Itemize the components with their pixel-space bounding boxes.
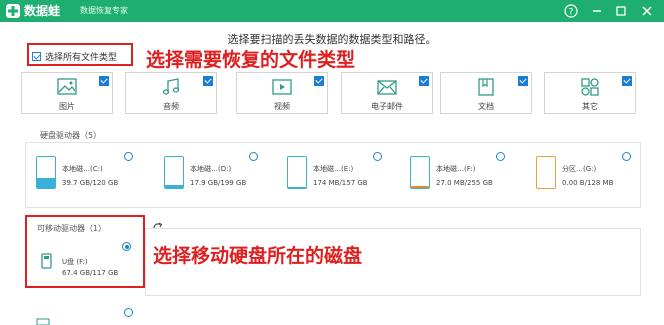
maximize-icon — [616, 6, 626, 16]
music-icon — [162, 78, 180, 95]
checkbox-icon — [622, 76, 632, 86]
maximize-button[interactable] — [612, 2, 630, 20]
help-icon: ? — [564, 4, 578, 18]
title-bar: 数据蛙 数据恢复专家 ? — [0, 0, 664, 22]
checkbox-icon — [314, 76, 324, 86]
video-icon — [272, 79, 292, 95]
drive-item-e[interactable]: 本地磁…(E:) 174 MB/157 GB — [283, 152, 383, 196]
email-icon — [377, 80, 397, 95]
drive-size: 174 MB/157 GB — [313, 179, 368, 187]
drive-radio-c[interactable] — [124, 152, 133, 161]
type-label: 图片 — [59, 102, 75, 111]
drive-radio-f[interactable] — [496, 152, 505, 161]
type-label: 文档 — [478, 102, 494, 111]
drive-icon — [410, 156, 430, 189]
drive-size: 0.00 B/128 MB — [562, 179, 614, 187]
drive-size: 39.7 GB/120 GB — [62, 179, 119, 187]
drive-item-c[interactable]: 本地磁…(C:) 39.7 GB/120 GB — [32, 152, 132, 196]
drive-icon — [536, 156, 556, 189]
drive-item-g[interactable]: 分区…(G:) 0.00 B/128 MB — [532, 152, 632, 196]
drive-radio-d[interactable] — [249, 152, 258, 161]
checkbox-icon — [203, 76, 213, 86]
type-card-video[interactable]: 视频 — [236, 72, 328, 114]
drive-name: 本地磁…(F:) — [436, 165, 476, 173]
checkbox-icon — [419, 76, 429, 86]
type-card-other[interactable]: 其它 — [544, 72, 636, 114]
type-label: 电子邮件 — [371, 102, 403, 111]
app-name: 数据蛙 — [24, 4, 61, 18]
close-button[interactable] — [638, 2, 656, 20]
drive-size: 27.0 MB/255 GB — [436, 179, 493, 187]
type-card-audio[interactable]: 音频 — [125, 72, 217, 114]
svg-text:?: ? — [569, 8, 574, 18]
type-card-email[interactable]: 电子邮件 — [341, 72, 433, 114]
annotation-box-removable — [25, 215, 145, 288]
other-icon — [581, 78, 599, 96]
help-button[interactable]: ? — [562, 2, 580, 20]
annotation-box-select-all — [27, 43, 133, 66]
drive-icon — [36, 156, 56, 189]
minimize-icon — [593, 10, 601, 12]
drive-name: 本地磁…(E:) — [313, 165, 354, 173]
drive-radio-e[interactable] — [373, 152, 382, 161]
type-card-document[interactable]: 文档 — [440, 72, 532, 114]
drive-radio-g[interactable] — [622, 152, 631, 161]
drive-icon — [287, 156, 307, 189]
annotation-select-disk: 选择移动硬盘所在的磁盘 — [153, 245, 363, 267]
minimize-button[interactable] — [588, 2, 606, 20]
type-label: 视频 — [274, 102, 290, 111]
drive-size: 17.9 GB/199 GB — [190, 179, 247, 187]
drive-name: 本地磁…(C:) — [62, 165, 103, 173]
image-icon — [57, 78, 77, 95]
hard-drives-title: 硬盘驱动器（5） — [40, 131, 102, 140]
document-icon — [478, 78, 494, 96]
app-subtitle: 数据恢复专家 — [80, 6, 128, 15]
checkbox-icon — [518, 76, 528, 86]
drive-item-d[interactable]: 本地磁…(D:) 17.9 GB/199 GB — [160, 152, 260, 196]
close-icon — [642, 6, 652, 16]
type-card-image[interactable]: 图片 — [21, 72, 113, 114]
type-label: 音频 — [163, 102, 179, 111]
drive-icon — [164, 156, 184, 189]
annotation-select-types: 选择需要恢复的文件类型 — [146, 49, 356, 71]
drive-item-f[interactable]: 本地磁…(F:) 27.0 MB/255 GB — [406, 152, 506, 196]
type-label: 其它 — [582, 102, 598, 111]
app-logo-icon — [6, 4, 20, 18]
drive-name: 本地磁…(D:) — [190, 165, 232, 173]
partial-radio[interactable] — [124, 308, 133, 317]
drive-name: 分区…(G:) — [562, 165, 597, 173]
partial-drive-icon — [36, 318, 50, 325]
checkbox-icon — [99, 76, 109, 86]
